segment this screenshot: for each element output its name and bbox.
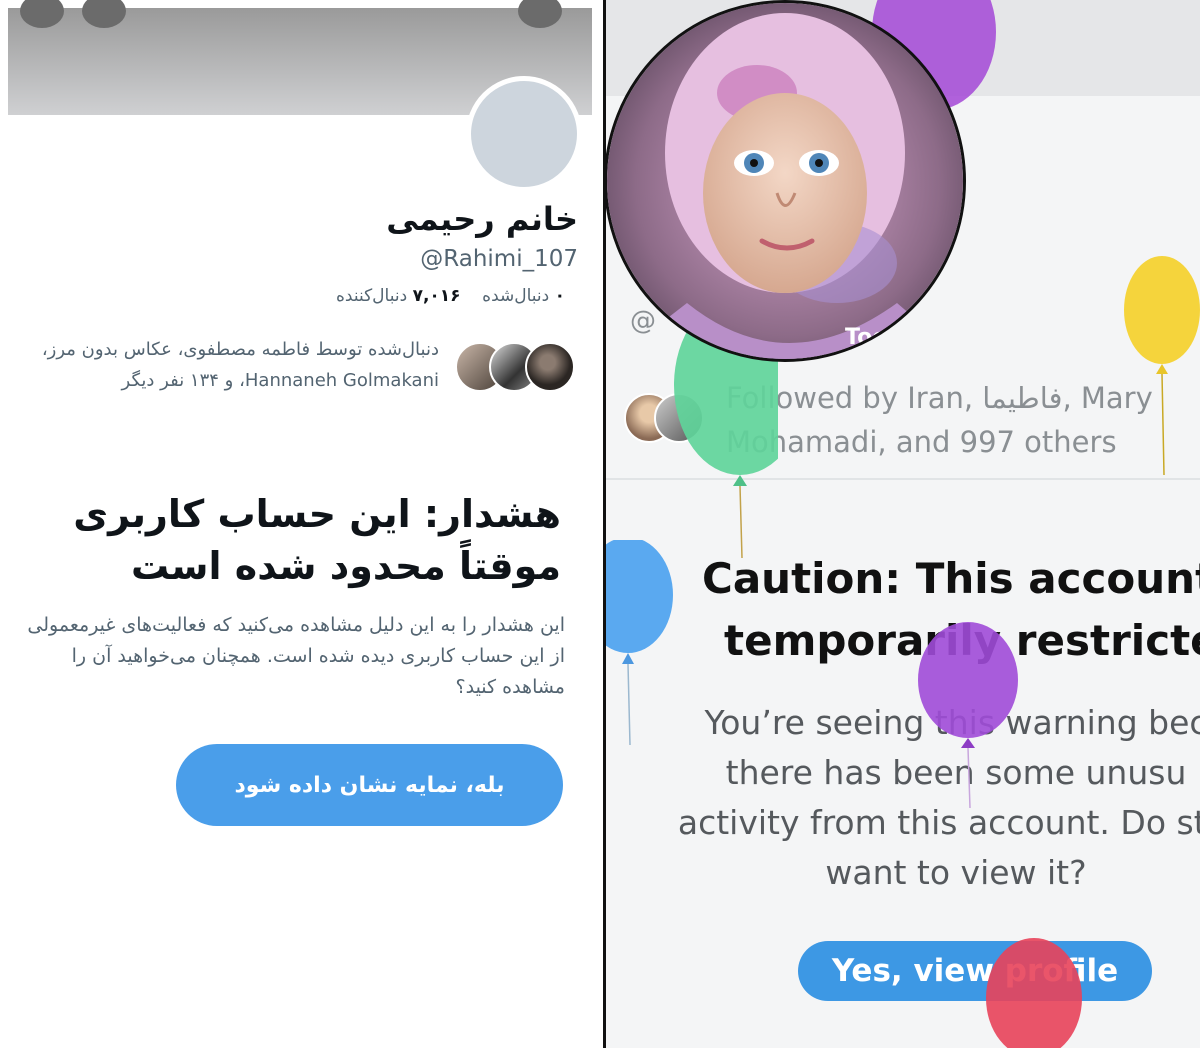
back-button[interactable] <box>20 0 64 28</box>
profile-avatar-photo[interactable]: Too <box>606 0 966 362</box>
view-profile-button[interactable]: بله، نمایه نشان داده شود <box>176 744 563 826</box>
profile-name: خانم رحیمی <box>386 200 578 238</box>
yellow-balloon-icon <box>1124 256 1200 476</box>
warning-title: هشدار: این حساب کاربری موقتاً محدود شده … <box>73 492 561 588</box>
blue-balloon-icon <box>606 540 673 746</box>
profile-avatar-placeholder[interactable] <box>466 76 582 192</box>
purple-balloon-icon <box>918 622 1018 809</box>
more-options-button[interactable] <box>518 0 562 28</box>
view-profile-button[interactable]: Yes, view profile <box>798 941 1152 1001</box>
profile-handle: @Rahimi_107 <box>420 246 578 272</box>
followed-by-text[interactable]: دنبال‌شده توسط فاطمه مصطفوی، عکاس بدون م… <box>9 334 439 396</box>
persian-profile-panel: خانم رحیمی @Rahimi_107 ۰ دنبال‌شده ۷,۰۱۶… <box>0 0 603 1048</box>
girl-avatar-illustration-icon <box>607 3 963 359</box>
profile-stats: ۰ دنبال‌شده ۷,۰۱۶ دنبال‌کننده <box>336 286 565 306</box>
search-button[interactable] <box>82 0 126 28</box>
avatar-watermark: Too <box>845 325 888 350</box>
profile-handle-partial: @ <box>630 306 656 336</box>
following-stat[interactable]: ۰ دنبال‌شده <box>482 286 565 306</box>
followers-stat[interactable]: ۷,۰۱۶ دنبال‌کننده <box>336 286 461 306</box>
followed-by-avatars[interactable] <box>455 342 575 392</box>
red-balloon-icon <box>986 938 1082 1048</box>
warning-body: این هشدار را به این دلیل مشاهده می‌کنید … <box>27 614 565 698</box>
english-profile-panel: @ Followed by Iran, فاطیما, Mary Mohamad… <box>606 0 1200 1048</box>
